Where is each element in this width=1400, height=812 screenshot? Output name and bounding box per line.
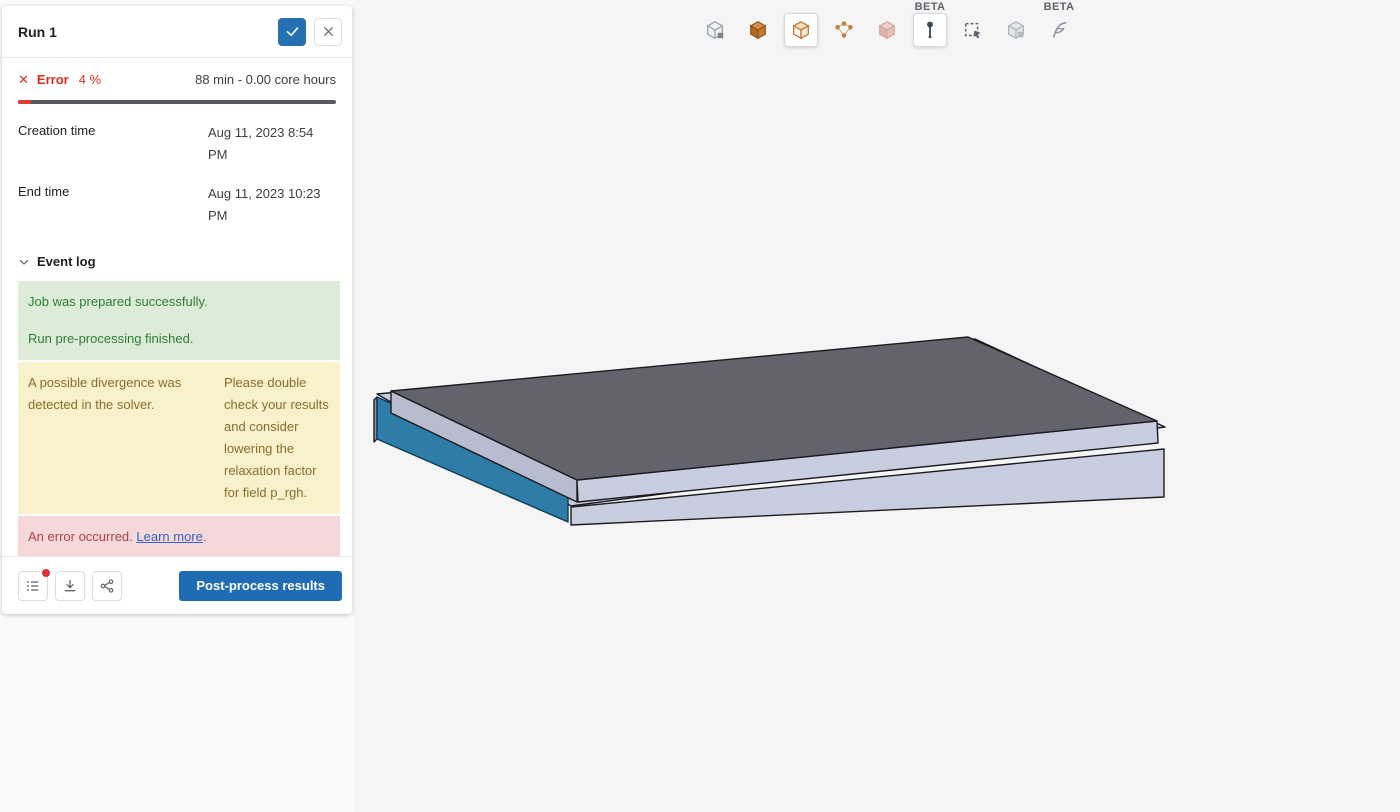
annotate-feather-button[interactable] [1042,13,1076,47]
field-value: Aug 11, 2023 8:54 PM [208,122,336,166]
mesh-nodes-button[interactable] [827,13,861,47]
progress-bar [18,100,336,104]
chevron-down-icon [18,256,30,268]
nodes-icon [833,19,855,41]
clip-cube-button[interactable] [999,13,1033,47]
log-entry-error: An error occurred. Learn more. [18,516,340,556]
run-info: Creation time Aug 11, 2023 8:54 PM End t… [2,104,352,227]
regions-cube-button[interactable] [870,13,904,47]
info-row-creation-time: Creation time Aug 11, 2023 8:54 PM [18,122,336,166]
warning-hint: Please double check your results and con… [224,372,330,504]
close-button[interactable] [314,18,342,46]
download-button[interactable] [55,571,85,601]
run-title: Run 1 [18,24,278,40]
beta-badge: BETA [915,1,946,13]
notification-dot [42,569,50,577]
progress-fill [18,100,31,104]
learn-more-link[interactable]: Learn more [136,529,202,544]
cube-solid-orange-icon [747,19,769,41]
probe-point-button[interactable] [913,13,947,47]
geometry-model[interactable] [353,0,1400,812]
status-percent: 4 % [79,72,101,87]
status-meta: 88 min - 0.00 core hours [195,72,336,87]
share-icon [99,578,115,594]
cube-pink-icon [876,19,898,41]
geometry-cube-button[interactable] [698,13,732,47]
field-label: End time [18,183,208,227]
panel-footer: Post-process results [2,556,352,614]
box-select-icon [962,19,984,41]
event-list-button[interactable] [18,571,48,601]
run-details-panel: Run 1 ✕ Error 4 % 88 min - 0.00 core hou… [2,6,352,614]
log-message: Run pre-processing finished. [28,328,330,350]
mesh-cube-button[interactable] [741,13,775,47]
event-log-toggle[interactable]: Event log [2,244,352,281]
cube-gray-icon [1005,19,1027,41]
field-label: Creation time [18,122,208,166]
log-entry-success: Job was prepared successfully. Run pre-p… [18,281,340,360]
share-button[interactable] [92,571,122,601]
field-value: Aug 11, 2023 10:23 PM [208,183,336,227]
viewer-toolbar: BETA [698,13,1076,47]
panel-header: Run 1 [2,6,352,58]
error-suffix: . [203,529,207,544]
surfaces-cube-button[interactable] [784,13,818,47]
beta-badge: BETA [1044,1,1075,13]
cube-wireframe-orange-icon [790,19,812,41]
viewport-3d[interactable]: BETA [353,0,1400,812]
feather-icon [1048,19,1070,41]
error-x-icon: ✕ [18,72,29,88]
cube-outline-icon [704,19,726,41]
check-icon [285,24,300,39]
download-icon [62,578,78,594]
probe-pin-icon [919,19,941,41]
confirm-button[interactable] [278,18,306,46]
log-message: Job was prepared successfully. [28,291,330,313]
status-label: Error [37,72,69,87]
panel-body: ✕ Error 4 % 88 min - 0.00 core hours Cre… [2,58,352,556]
status-row: ✕ Error 4 % 88 min - 0.00 core hours [2,72,352,88]
close-icon [322,25,335,38]
box-select-button[interactable] [956,13,990,47]
warning-message: A possible divergence was detected in th… [28,372,206,504]
event-log-title: Event log [37,254,96,269]
log-entry-warning: A possible divergence was detected in th… [18,362,340,514]
error-message: An error occurred. [28,529,133,544]
post-process-button[interactable]: Post-process results [179,571,342,601]
info-row-end-time: End time Aug 11, 2023 10:23 PM [18,183,336,227]
list-icon [25,578,41,594]
